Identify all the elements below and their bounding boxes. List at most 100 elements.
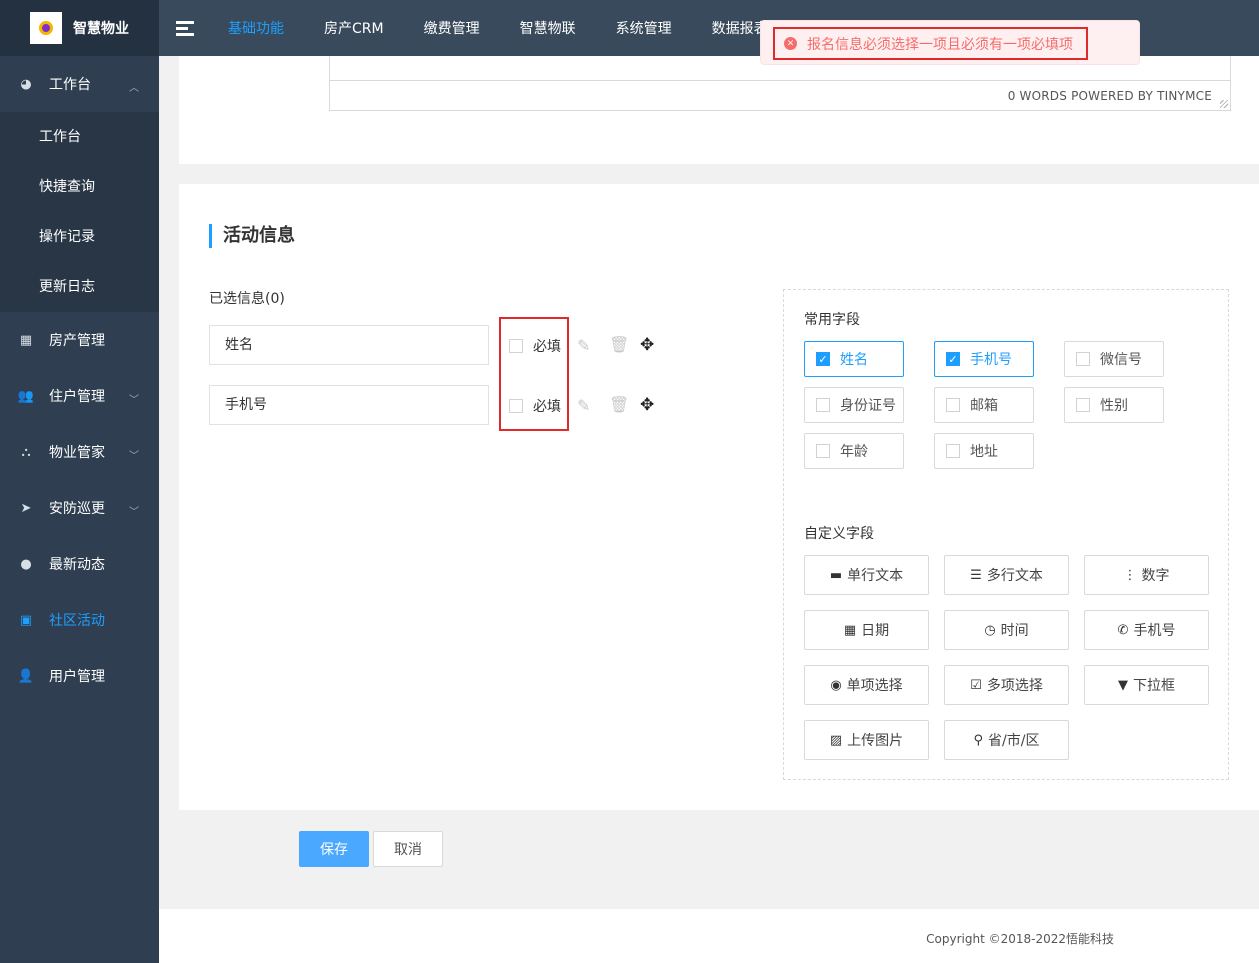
common-field-name[interactable]: ✓ 姓名 [804,341,904,377]
table-icon: ▦ [19,332,33,348]
sitemap-icon: ⛬ [21,444,31,460]
sidebar-item-workbench[interactable]: ◕ 工作台 ︿ [0,56,159,112]
sidebar-item-label: 安防巡更 [49,501,105,517]
section-title: 活动信息 [209,224,295,248]
save-button[interactable]: 保存 [299,831,369,867]
menu-toggle-icon[interactable] [176,18,194,39]
custom-fields-title: 自定义字段 [804,526,874,542]
submenu-item-operation-log[interactable]: 操作记录 [0,212,159,262]
custom-field-image-upload[interactable]: ▨ 上传图片 [804,720,929,760]
common-field-label: 性别 [1100,398,1128,414]
error-toast: ✕ 报名信息必须选择一项且必须有一项必填项 [760,20,1140,65]
common-field-label: 年龄 [840,444,868,460]
sidebar: 智慧物业 ◕ 工作台 ︿ 工作台 快捷查询 操作记录 更新日志 ▦ 房产管理 👥… [0,0,159,963]
move-icon[interactable]: ✥ [640,335,654,355]
sidebar-item-label: 房产管理 [49,333,105,349]
common-field-id-number[interactable]: 身份证号 [804,387,904,423]
selected-field-name[interactable]: 姓名 [209,325,489,365]
custom-field-number[interactable]: ⋮ 数字 [1084,555,1209,595]
bars-icon: ☰ [970,567,982,583]
custom-field-dropdown[interactable]: ▼ 下拉框 [1084,665,1209,705]
custom-field-label: 单项选择 [846,678,903,694]
custom-field-phone[interactable]: ✆ 手机号 [1084,610,1209,650]
submenu-item-quick-query[interactable]: 快捷查询 [0,162,159,212]
move-icon[interactable]: ✥ [640,395,654,415]
common-field-label: 姓名 [840,352,868,368]
sidebar-item-user-management[interactable]: 👤 用户管理 [0,648,159,704]
custom-field-label: 下拉框 [1133,678,1175,694]
common-field-label: 微信号 [1100,352,1142,368]
sidebar-item-label: 物业管家 [49,445,105,461]
editor-status-bar: 0 WORDS POWERED BY TINYMCE [330,80,1230,110]
chevron-down-icon: ﹀ [129,451,139,462]
edit-icon[interactable]: ✎ [577,336,590,355]
submenu-item-update-log[interactable]: 更新日志 [0,262,159,312]
gift-icon: ▣ [19,612,33,628]
clock-icon: ◷ [984,622,996,638]
sidebar-item-patrol[interactable]: ➤ 安防巡更 ﹀ [0,480,159,536]
topnav-iot[interactable]: 智慧物联 [520,18,576,38]
toast-message: 报名信息必须选择一项且必须有一项必填项 [807,36,1073,53]
common-field-phone[interactable]: ✓ 手机号 [934,341,1034,377]
custom-field-label: 手机号 [1133,623,1176,639]
chevron-down-icon: ﹀ [129,395,139,406]
brand-logo-icon [30,12,62,44]
resize-handle-icon[interactable] [1220,100,1228,108]
sidebar-item-residents[interactable]: 👥 住户管理 ﹀ [0,368,159,424]
checkbox-checked-icon: ✓ [816,352,830,366]
custom-field-single-line[interactable]: ▬ 单行文本 [804,555,929,595]
common-field-label: 身份证号 [840,398,896,414]
toast-highlight: ✕ 报名信息必须选择一项且必须有一项必填项 [773,27,1088,60]
sidebar-item-property[interactable]: ▦ 房产管理 [0,312,159,368]
custom-field-date[interactable]: ▦ 日期 [804,610,929,650]
topnav-system[interactable]: 系统管理 [616,18,672,38]
topnav-billing[interactable]: 缴费管理 [424,18,480,38]
topnav-basic[interactable]: 基础功能 [228,18,284,38]
common-field-gender[interactable]: 性别 [1064,387,1164,423]
custom-field-multi-line[interactable]: ☰ 多行文本 [944,555,1069,595]
custom-field-region[interactable]: ⚲ 省/市/区 [944,720,1069,760]
selected-info-label: 已选信息(0) [209,291,285,307]
submenu-item-workbench[interactable]: 工作台 [0,112,159,162]
sidebar-item-label: 最新动态 [49,557,105,573]
checkbox-icon [816,398,830,412]
calendar-icon: ▦ [843,622,857,638]
checkbox-icon [816,444,830,458]
custom-field-single-choice[interactable]: ◉ 单项选择 [804,665,929,705]
common-field-wechat[interactable]: 微信号 [1064,341,1164,377]
custom-field-label: 数字 [1141,568,1170,584]
sidebar-item-community-events[interactable]: ▣ 社区活动 [0,592,159,648]
custom-field-time[interactable]: ◷ 时间 [944,610,1069,650]
edit-icon[interactable]: ✎ [577,396,590,415]
common-field-address[interactable]: 地址 [934,433,1034,469]
checkbox-icon [946,398,960,412]
sidebar-item-news[interactable]: ● 最新动态 [0,536,159,592]
sidebar-item-steward[interactable]: ⛬ 物业管家 ﹀ [0,424,159,480]
custom-field-label: 上传图片 [847,733,904,749]
dashboard-icon: ◕ [20,76,32,92]
trash-icon[interactable]: 🗑 [609,395,629,414]
trash-icon[interactable]: 🗑 [609,335,629,354]
sidebar-item-label: 工作台 [49,77,91,93]
common-field-label: 地址 [970,444,998,460]
footer: Copyright ©2018-2022悟能科技 [159,909,1259,963]
sidebar-submenu: 工作台 快捷查询 操作记录 更新日志 [0,112,159,312]
common-field-email[interactable]: 邮箱 [934,387,1034,423]
checkbox-icon [1076,352,1090,366]
chat-icon: ● [20,556,32,572]
custom-field-multi-choice[interactable]: ☑ 多项选择 [944,665,1069,705]
sidebar-item-label: 社区活动 [49,613,105,629]
common-field-age[interactable]: 年龄 [804,433,904,469]
cancel-button[interactable]: 取消 [373,831,443,867]
brand[interactable]: 智慧物业 [0,0,159,56]
selected-field-phone[interactable]: 手机号 [209,385,489,425]
topnav-crm[interactable]: 房产CRM [324,18,384,38]
paper-plane-icon: ➤ [20,500,32,516]
highlight-box [499,317,569,431]
map-marker-icon: ⚲ [973,732,984,748]
sidebar-item-label: 住户管理 [49,389,105,405]
user-icon: 👤 [17,668,35,684]
checkbox-checked-icon: ✓ [946,352,960,366]
ellipsis-vertical-icon: ⋮ [1123,567,1137,583]
dropdown-icon: ▼ [1118,677,1128,693]
